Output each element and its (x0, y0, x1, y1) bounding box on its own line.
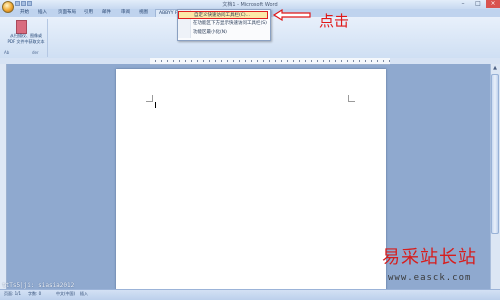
save-icon[interactable] (15, 1, 20, 6)
group-label: Ab der (2, 50, 46, 56)
tab-home[interactable]: 开始 (20, 9, 29, 17)
menu-item-label: 在功能区下方显示快速访问工具栏(S) (193, 21, 267, 26)
scrollbar-thumb[interactable] (491, 74, 499, 234)
scroll-up-icon[interactable]: ▲ (491, 65, 499, 72)
tab-review[interactable]: 审阅 (121, 9, 130, 17)
group-label-left: Ab (4, 50, 10, 55)
status-words[interactable]: 字数: 0 (28, 291, 41, 297)
watermark-url: www.easck.com (388, 273, 472, 283)
maximize-icon[interactable]: □ (471, 0, 485, 8)
document-scan-icon[interactable] (16, 18, 30, 34)
tab-references[interactable]: 引用 (84, 9, 93, 17)
office-button[interactable] (2, 1, 14, 13)
horizontal-ruler[interactable] (150, 58, 390, 65)
crop-mark-top-right (348, 95, 355, 102)
tab-insert[interactable]: 插入 (38, 9, 47, 17)
quick-access-toolbar (15, 1, 35, 7)
menu-item-label: 功能区最小化(N) (193, 30, 227, 35)
document-page[interactable] (116, 69, 386, 295)
crop-mark-top-left (146, 95, 153, 102)
status-insert-mode[interactable]: 插入 (80, 291, 88, 297)
tab-mailings[interactable]: 邮件 (102, 9, 111, 17)
group-divider (47, 19, 48, 57)
tab-page-layout[interactable]: 页面布局 (58, 9, 76, 17)
menu-item-minimize-ribbon[interactable]: 功能区最小化(N) (178, 29, 268, 37)
highlight-box (178, 11, 268, 19)
undo-icon[interactable] (21, 1, 26, 6)
vertical-ruler[interactable] (0, 64, 7, 289)
minimize-icon[interactable]: – (456, 0, 470, 8)
window-title: 文档1 - Microsoft Word (222, 2, 278, 8)
status-language[interactable]: 中文(中国) (56, 291, 75, 297)
tab-view[interactable]: 视图 (139, 9, 148, 17)
close-icon[interactable]: × (486, 0, 500, 8)
group-label-right: der (32, 50, 39, 55)
scan-command-line2[interactable]: PDF 文件中获取文本 (4, 39, 48, 45)
annotation-arrow-icon (272, 9, 311, 21)
text-cursor (155, 102, 156, 108)
qat-dropdown-icon[interactable] (27, 1, 32, 6)
blog-watermark: ttTs5|ji: siasia2012 (2, 282, 75, 289)
menu-item-show-below-ribbon[interactable]: 在功能区下方显示快速访问工具栏(S) (178, 20, 268, 28)
annotation-label: 点击 (319, 12, 350, 30)
watermark-site-name: 易采站长站 (382, 247, 477, 268)
status-page[interactable]: 页面: 1/1 (4, 291, 21, 297)
